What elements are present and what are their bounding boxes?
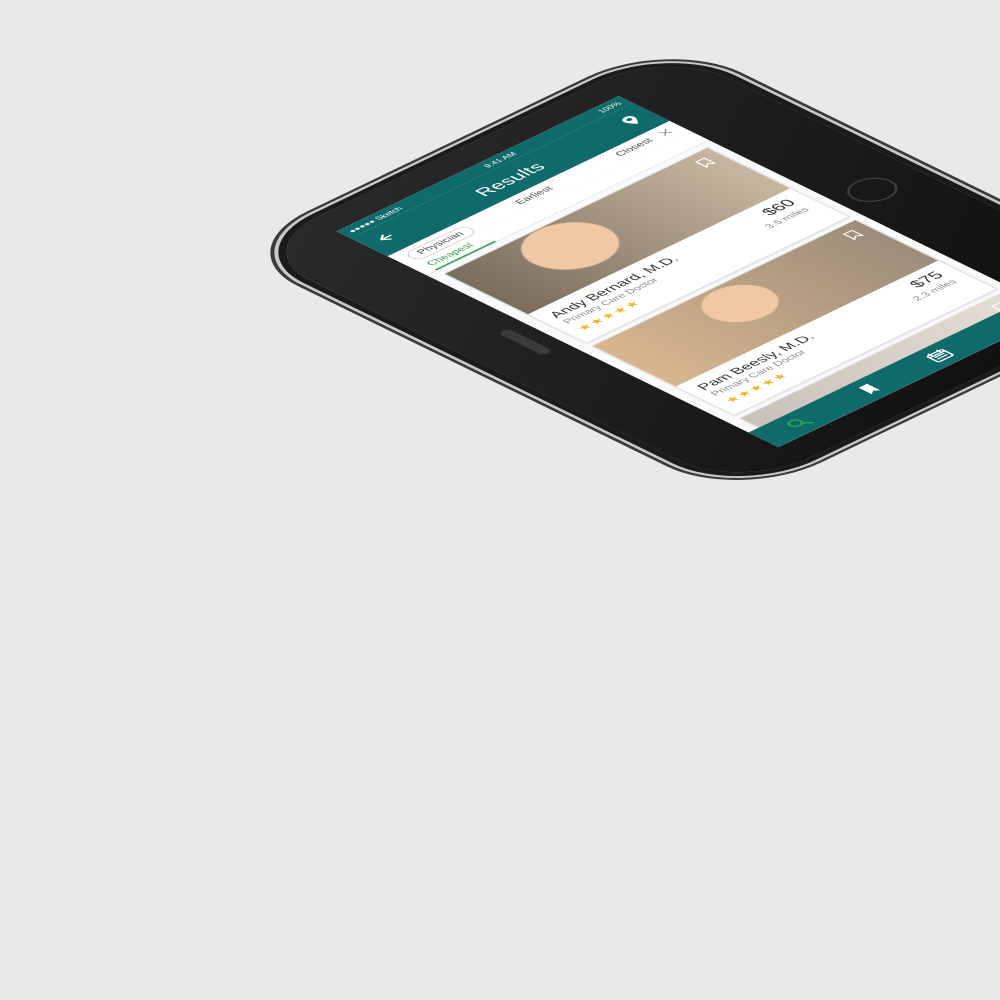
stage: ●●●●● Sketch 9:41 AM 100% Results Physic… [0, 0, 1000, 1000]
back-arrow-icon[interactable] [368, 230, 402, 246]
search-icon[interactable] [780, 414, 818, 432]
location-pin-icon[interactable] [614, 112, 650, 129]
calendar-icon[interactable] [921, 346, 959, 364]
user-icon[interactable] [991, 312, 1000, 330]
bookmark-icon[interactable] [850, 380, 888, 398]
phone-mockup: ●●●●● Sketch 9:41 AM 100% Results Physic… [248, 48, 1000, 491]
close-icon[interactable] [654, 127, 677, 138]
